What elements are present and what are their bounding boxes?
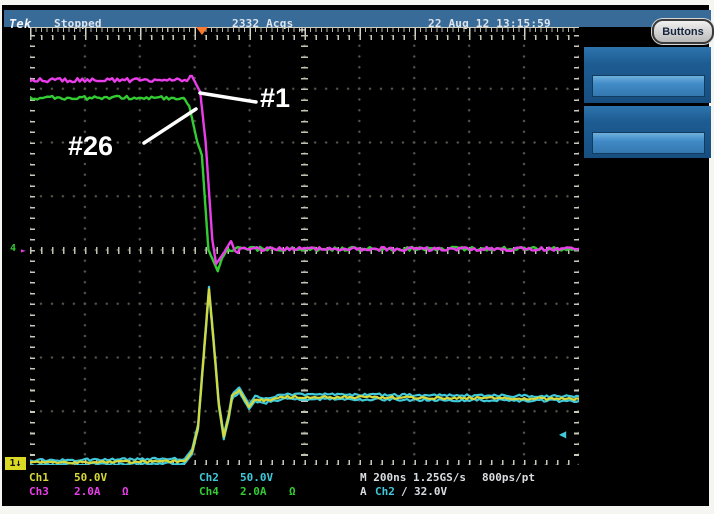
header-bar: Tek Stopped 2332 Acqs 22 Aug 12 13:15:59 — [4, 10, 711, 27]
timebase-readout: M 200ns 1.25GS/s — [360, 471, 466, 484]
trigger-slope-icon: ∕ — [401, 485, 408, 498]
tek-logo: Tek — [9, 17, 31, 31]
side-menu-panel-2 — [584, 106, 711, 158]
trace-ch3-current — [30, 76, 579, 264]
side-menu-panel-1 — [584, 47, 711, 103]
side-menu-button-1[interactable] — [592, 75, 705, 97]
ch4-scale: 2.0A — [240, 485, 267, 498]
trigger-level-arrow-icon[interactable]: ◀ — [559, 429, 566, 439]
annotation-leader-line-1 — [200, 93, 256, 102]
ch4-label: Ch4 — [199, 485, 219, 498]
trigger-source: Ch2 — [375, 485, 395, 498]
annotation-pulse-1: #1 — [260, 83, 290, 114]
trace-ch2-voltage — [30, 287, 579, 462]
trace-ch2-voltage — [30, 291, 579, 465]
ch1-ground-marker: 1↓ — [5, 457, 26, 470]
ch4-ground-marker: 4 — [10, 244, 16, 254]
side-menu-button-2[interactable] — [592, 132, 705, 154]
trigger-mode: A — [360, 485, 367, 498]
ch1-label: Ch1 — [29, 471, 49, 484]
ch1-scale: 50.0V — [74, 471, 107, 484]
ch3-coupling-icon: Ω — [122, 485, 129, 498]
trace-ch1-voltage — [30, 289, 579, 463]
ch4-coupling-icon: Ω — [289, 485, 296, 498]
scope-screen: Tek Stopped 2332 Acqs 22 Aug 12 13:15:59… — [2, 5, 709, 506]
ch3-ground-marker: ► — [21, 246, 26, 256]
graticule: #1 #26 — [30, 35, 579, 465]
ch3-label: Ch3 — [29, 485, 49, 498]
buttons-button[interactable]: Buttons — [652, 19, 714, 44]
ch3-scale: 2.0A — [74, 485, 101, 498]
annotation-leader-line-2 — [144, 109, 196, 143]
waveform-traces — [30, 35, 579, 465]
trigger-position-icon[interactable] — [196, 27, 208, 35]
sample-resolution-readout: 800ps/pt — [482, 471, 535, 484]
trigger-level: 32.0V — [414, 485, 447, 498]
oscilloscope-screenshot: Tek Stopped 2332 Acqs 22 Aug 12 13:15:59… — [0, 0, 714, 514]
annotation-pulse-26: #26 — [68, 131, 113, 162]
buttons-button-label: Buttons — [662, 26, 704, 38]
ch2-label: Ch2 — [199, 471, 219, 484]
ch2-scale: 50.0V — [240, 471, 273, 484]
trace-ch4-current — [30, 96, 579, 271]
